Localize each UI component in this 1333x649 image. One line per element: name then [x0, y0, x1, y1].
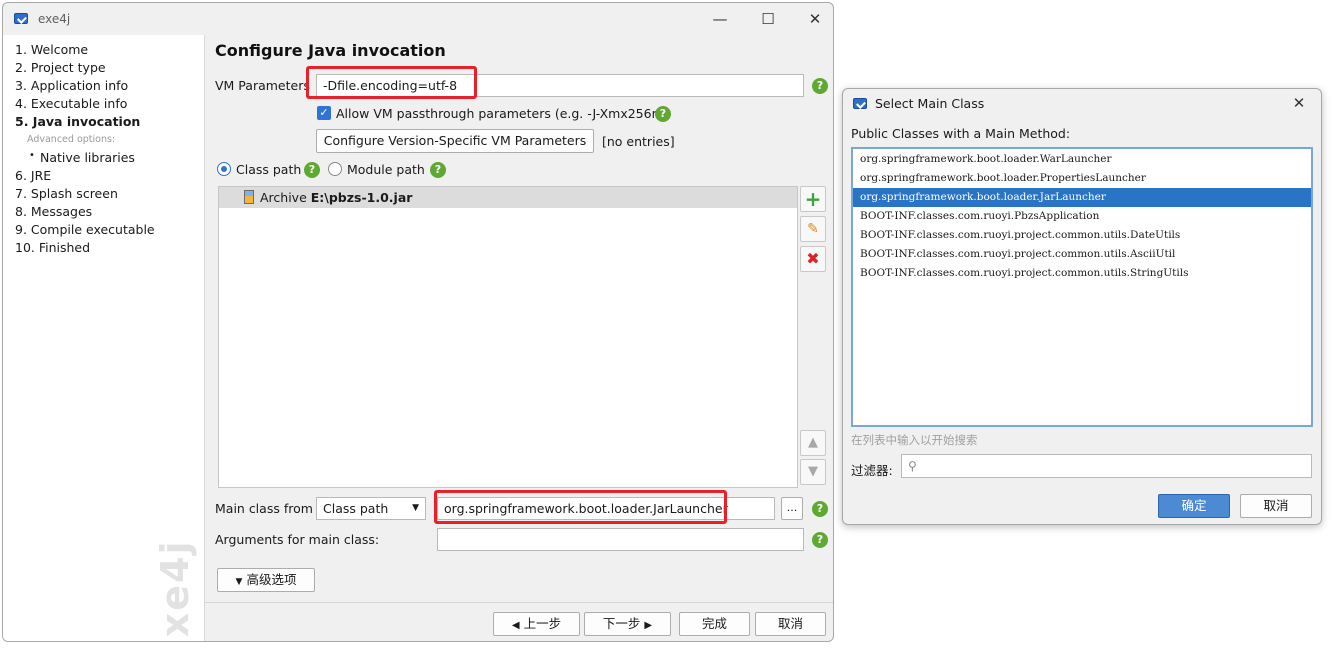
close-icon[interactable]: ✕	[800, 5, 830, 33]
back-button[interactable]: ◀ 上一步	[493, 612, 580, 636]
advanced-options-label: Advanced options:	[27, 134, 116, 145]
back-button-label: 上一步	[523, 616, 562, 631]
highlight-box	[434, 490, 727, 524]
list-item[interactable]: BOOT-INF.classes.com.ruoyi.project.commo…	[857, 264, 1311, 283]
move-up-icon[interactable]: ▲	[800, 430, 826, 456]
no-entries-status: [no entries]	[602, 134, 675, 149]
move-down-icon[interactable]: ▼	[800, 459, 826, 485]
help-icon[interactable]: ?	[812, 78, 828, 94]
wizard-steps-sidebar: 1. Welcome 2. Project type 3. Applicatio…	[3, 35, 205, 642]
step-application-info[interactable]: 3. Application info	[15, 78, 128, 93]
step-jre[interactable]: 6. JRE	[15, 168, 51, 183]
chevron-down-icon: ▼	[412, 503, 419, 513]
public-classes-label: Public Classes with a Main Method:	[851, 126, 1071, 141]
minimize-icon[interactable]: —	[705, 5, 735, 33]
dialog-cancel-button[interactable]: 取消	[1240, 494, 1312, 518]
main-window: exe4j — ☐ ✕ 1. Welcome 2. Project type 3…	[2, 2, 834, 642]
jar-archive-icon	[244, 190, 254, 204]
advanced-options-button[interactable]: ▼ 高级选项	[217, 568, 315, 592]
filter-input[interactable]: ⚲	[901, 454, 1312, 478]
step-project-type[interactable]: 2. Project type	[15, 60, 106, 75]
checkbox-checked-icon[interactable]: ✓	[317, 106, 331, 120]
vm-parameters-label: VM Parameters	[215, 78, 310, 93]
remove-icon[interactable]: ✖	[800, 246, 826, 272]
list-item[interactable]: BOOT-INF.classes.com.ruoyi.project.commo…	[857, 226, 1311, 245]
allow-passthrough-label: Allow VM passthrough parameters (e.g. -J…	[336, 106, 669, 121]
divider	[205, 602, 833, 603]
list-item[interactable]: org.springframework.boot.loader.WarLaunc…	[857, 150, 1311, 169]
step-welcome[interactable]: 1. Welcome	[15, 42, 88, 57]
step-java-invocation[interactable]: 5. Java invocation	[15, 114, 140, 129]
step-native-libraries[interactable]: Native libraries	[40, 150, 135, 165]
main-class-source-value: Class path	[323, 501, 389, 516]
add-icon[interactable]: +	[800, 186, 826, 212]
module-path-radio-label: Module path	[347, 162, 425, 177]
filter-label: 过滤器:	[851, 463, 893, 478]
list-item[interactable]: Archive E:\pbzs-1.0.jar	[219, 187, 797, 208]
chevron-down-icon: ▼	[235, 577, 243, 587]
highlight-box	[306, 66, 477, 99]
arrow-left-icon: ◀	[511, 620, 520, 631]
module-path-radio[interactable]	[328, 162, 342, 176]
help-icon[interactable]: ?	[812, 501, 828, 517]
search-icon: ⚲	[908, 459, 917, 473]
arguments-label: Arguments for main class:	[215, 532, 380, 547]
exe4j-watermark-logo: exe4j	[153, 539, 197, 642]
page-title: Configure Java invocation	[215, 41, 446, 60]
class-path-radio-label: Class path	[236, 162, 302, 177]
arrow-right-icon: ▶	[644, 620, 653, 631]
close-icon[interactable]: ✕	[1284, 89, 1314, 117]
help-icon[interactable]: ?	[430, 162, 446, 178]
list-item[interactable]: BOOT-INF.classes.com.ruoyi.project.commo…	[857, 245, 1311, 264]
help-icon[interactable]: ?	[304, 162, 320, 178]
step-splash-screen[interactable]: 7. Splash screen	[15, 186, 118, 201]
step-compile-executable[interactable]: 9. Compile executable	[15, 222, 155, 237]
cancel-button[interactable]: 取消	[755, 612, 826, 636]
archive-prefix: Archive	[260, 190, 311, 205]
maximize-icon[interactable]: ☐	[753, 5, 783, 33]
exe4j-app-icon	[853, 98, 867, 109]
search-hint: 在列表中输入以开始搜索	[851, 433, 978, 447]
step-finished[interactable]: 10. Finished	[15, 240, 90, 255]
window-title: exe4j	[38, 12, 71, 26]
next-button[interactable]: 下一步 ▶	[584, 612, 671, 636]
next-button-label: 下一步	[602, 616, 641, 631]
list-item[interactable]: org.springframework.boot.loader.Properti…	[857, 169, 1311, 188]
archive-path: E:\pbzs-1.0.jar	[310, 190, 413, 205]
configure-version-specific-button[interactable]: Configure Version-Specific VM Parameters	[316, 129, 594, 153]
help-icon[interactable]: ?	[812, 532, 828, 548]
list-item-selected[interactable]: org.springframework.boot.loader.JarLaunc…	[853, 188, 1311, 207]
dialog-title: Select Main Class	[875, 96, 985, 111]
ok-button[interactable]: 确定	[1158, 494, 1230, 518]
step-messages[interactable]: 8. Messages	[15, 204, 92, 219]
bullet-icon: •	[29, 150, 35, 161]
archive-entry-text: Archive E:\pbzs-1.0.jar	[260, 190, 412, 205]
classpath-list[interactable]: Archive E:\pbzs-1.0.jar	[218, 186, 798, 488]
help-icon[interactable]: ?	[655, 106, 671, 122]
exe4j-app-icon	[14, 13, 28, 24]
arguments-input[interactable]	[437, 528, 804, 551]
list-item[interactable]: BOOT-INF.classes.com.ruoyi.PbzsApplicati…	[857, 207, 1311, 226]
select-main-class-dialog: Select Main Class ✕ Public Classes with …	[842, 88, 1322, 525]
finish-button[interactable]: 完成	[679, 612, 750, 636]
main-class-list[interactable]: org.springframework.boot.loader.WarLaunc…	[851, 147, 1313, 427]
class-path-radio[interactable]	[217, 162, 231, 176]
step-executable-info[interactable]: 4. Executable info	[15, 96, 127, 111]
advanced-options-button-label: 高级选项	[246, 572, 297, 587]
edit-icon[interactable]: ✎	[800, 216, 826, 242]
main-class-from-label: Main class from	[215, 501, 313, 516]
browse-main-class-button[interactable]: ...	[781, 497, 803, 520]
main-class-source-select[interactable]: Class path ▼	[316, 497, 426, 520]
